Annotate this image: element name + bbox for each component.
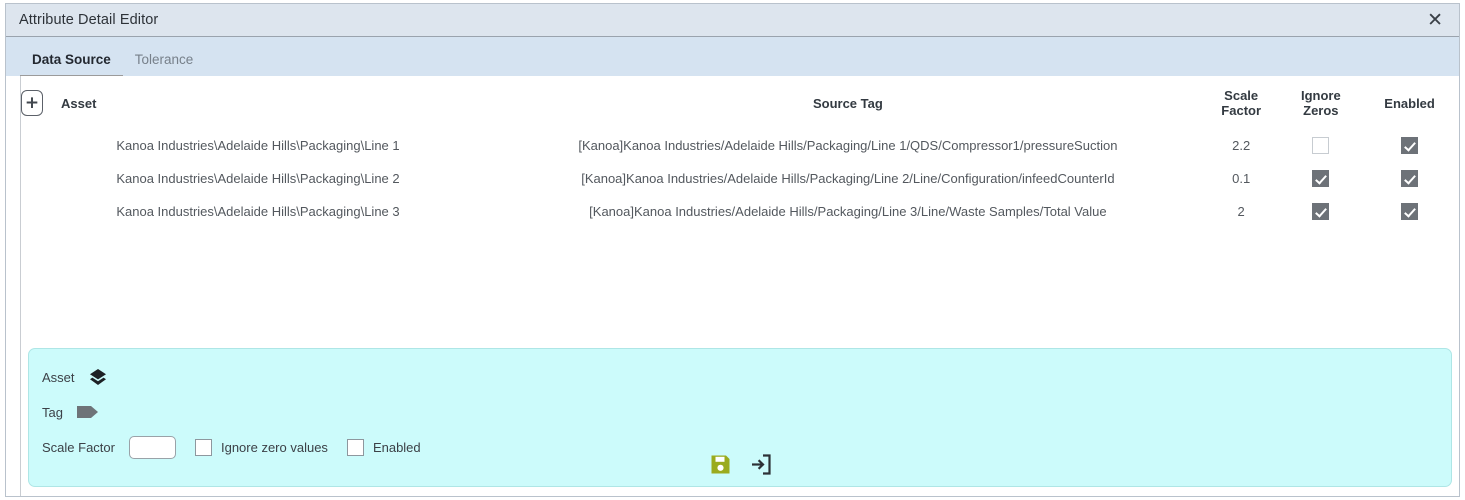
enabled-checkbox[interactable] [1401,169,1419,187]
ignore-zero-values-label: Ignore zero values [220,439,328,455]
tab-data-source[interactable]: Data Source [20,52,123,80]
table-header: + Asset Source Tag Scale Factor Ignore Z… [21,76,1459,129]
scale-factor-label-line2: Factor [1221,103,1262,119]
tab-strip: Data Source Tolerance [6,37,1459,80]
attribute-detail-editor-window: Attribute Detail Editor ✕ Data Source To… [5,3,1460,497]
attributes-table: + Asset Source Tag Scale Factor Ignore Z… [21,76,1459,228]
cell-enabled [1360,129,1459,162]
table-row[interactable]: Kanoa Industries\Adelaide Hills\Packagin… [21,195,1459,228]
column-header-enabled: Enabled [1384,95,1435,111]
layers-icon[interactable] [87,366,109,388]
window-title: Attribute Detail Editor [19,12,159,28]
enabled-checkbox[interactable] [1401,136,1419,154]
table-row[interactable]: Kanoa Industries\Adelaide Hills\Packagin… [21,129,1459,162]
cell-source-tag: [Kanoa]Kanoa Industries/Adelaide Hills/P… [581,170,1115,186]
column-header-scale-factor: Scale Factor [1201,76,1282,129]
column-header-source-tag: Source Tag [812,95,883,111]
ignore-zeros-checkbox[interactable] [1312,202,1330,220]
editor-asset-row: Asset [42,362,1451,392]
ignore-zeros-checkbox[interactable] [1312,136,1330,154]
column-header-asset: + Asset [21,76,495,129]
enabled-checkbox[interactable] [1401,202,1419,220]
column-header-asset-label: Asset [61,95,97,111]
editor-asset-label: Asset [42,369,75,385]
cell-ignore-zeros [1282,129,1361,162]
tab-tolerance[interactable]: Tolerance [123,52,206,76]
cell-asset: Kanoa Industries\Adelaide Hills\Packagin… [116,203,400,219]
cell-asset: Kanoa Industries\Adelaide Hills\Packagin… [116,137,400,153]
table-row[interactable]: Kanoa Industries\Adelaide Hills\Packagin… [21,162,1459,195]
cell-scale-factor: 2.2 [1232,137,1251,153]
cell-enabled [1360,162,1459,195]
table-body: Kanoa Industries\Adelaide Hills\Packagin… [21,129,1459,228]
cell-scale-factor: 2 [1237,203,1245,219]
editor-action-bar [29,454,1451,475]
editor-enabled-checkbox[interactable] [346,438,364,456]
editor-scale-factor-label: Scale Factor [42,439,115,455]
editor-tag-row: Tag [42,397,1451,427]
cell-asset: Kanoa Industries\Adelaide Hills\Packagin… [116,170,400,186]
scale-factor-label-line1: Scale [1224,88,1259,103]
window-titlebar: Attribute Detail Editor ✕ [6,4,1459,37]
save-icon[interactable] [710,454,731,475]
cell-ignore-zeros [1282,162,1361,195]
ignore-zero-values-checkbox[interactable] [194,438,212,456]
editor-tag-label: Tag [42,404,63,420]
cell-source-tag: [Kanoa]Kanoa Industries/Adelaide Hills/P… [578,137,1118,153]
cell-source-tag: [Kanoa]Kanoa Industries/Adelaide Hills/P… [589,203,1107,219]
close-icon[interactable]: ✕ [1425,10,1445,30]
cell-scale-factor: 0.1 [1232,170,1251,186]
column-header-ignore-zeros: Ignore Zeros [1282,76,1361,129]
main-content: + Asset Source Tag Scale Factor Ignore Z… [20,76,1459,496]
ignore-zeros-label-line2: Zeros [1303,103,1339,119]
cell-enabled [1360,195,1459,228]
cell-ignore-zeros [1282,195,1361,228]
tag-icon[interactable] [75,402,101,422]
exit-icon[interactable] [750,454,771,475]
ignore-zeros-checkbox[interactable] [1312,169,1330,187]
ignore-zeros-label-line1: Ignore [1300,88,1341,103]
detail-editor-panel: Asset Tag Scale Factor Ignore zero value… [28,348,1452,487]
editor-enabled-label: Enabled [372,439,421,455]
plus-icon[interactable]: + [21,90,43,117]
